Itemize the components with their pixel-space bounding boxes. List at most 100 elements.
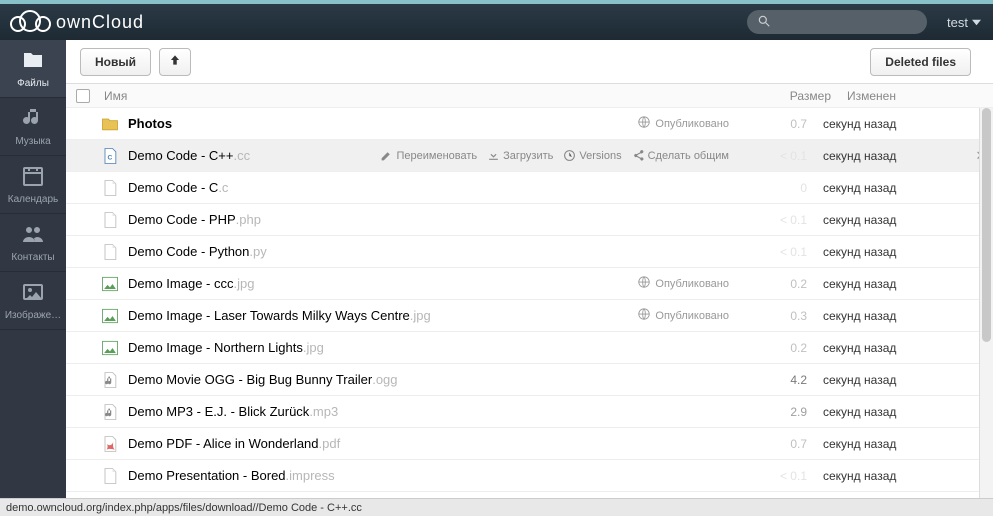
search-box[interactable] (747, 10, 927, 34)
nav-label: Музыка (0, 136, 66, 147)
statusbar-text: demo.owncloud.org/index.php/apps/files/d… (6, 502, 362, 514)
file-row[interactable]: Demo Code - PHP.php < 0.1 секунд назад (66, 204, 993, 236)
select-all-checkbox[interactable] (76, 89, 90, 103)
file-modified: секунд назад (819, 149, 969, 163)
file-modified: секунд назад (819, 341, 969, 355)
file-name[interactable]: Photos (128, 116, 172, 131)
file-modified: секунд назад (819, 181, 969, 195)
image-icon (100, 338, 120, 358)
image-icon (100, 306, 120, 326)
nav-label: Изображе… (0, 310, 66, 321)
file-name[interactable]: Demo Code - Python (128, 244, 249, 259)
nav-item-calendar[interactable]: Календарь (0, 156, 66, 214)
shared-badge: Опубликовано (637, 307, 729, 324)
file-size: 0.7 (739, 117, 819, 131)
file-ext: .c (218, 180, 228, 195)
file-icon (100, 242, 120, 262)
file-modified: секунд назад (819, 245, 969, 259)
file-name[interactable]: Demo Code - C (128, 180, 218, 195)
file-ext: .impress (286, 468, 335, 483)
vertical-scrollbar[interactable] (979, 108, 993, 498)
download-action[interactable]: Загрузить (487, 149, 553, 162)
file-name[interactable]: Demo Image - Laser Towards Milky Ways Ce… (128, 308, 410, 323)
file-modified: секунд назад (819, 405, 969, 419)
file-size: 0.7 (739, 437, 819, 451)
statusbar: demo.owncloud.org/index.php/apps/files/d… (0, 498, 993, 516)
versions-action[interactable]: Versions (563, 149, 621, 162)
file-size: 0.2 (739, 277, 819, 291)
file-name[interactable]: Demo Code - PHP (128, 212, 236, 227)
upload-icon (168, 53, 182, 70)
upload-button[interactable] (159, 48, 191, 76)
search-icon (757, 14, 771, 31)
nav-item-folder[interactable]: Файлы (0, 40, 66, 98)
cloud-icon (8, 10, 52, 35)
contacts-icon (21, 222, 45, 249)
brand-logo[interactable]: ownCloud (0, 10, 170, 35)
share-action[interactable]: Сделать общим (632, 149, 729, 162)
pdf-icon (100, 434, 120, 454)
calendar-icon (21, 164, 45, 191)
file-icon (100, 210, 120, 230)
nav-item-music[interactable]: Музыка (0, 98, 66, 156)
file-ext: .php (236, 212, 261, 227)
file-modified: секунд назад (819, 213, 969, 227)
file-row[interactable]: Demo MP3 - E.J. - Blick Zurück.mp3 2.9 с… (66, 396, 993, 428)
file-icon (100, 178, 120, 198)
audio-icon (100, 402, 120, 422)
file-name[interactable]: Demo Image - ccc (128, 276, 233, 291)
file-ext: .pdf (319, 436, 341, 451)
file-size: < 0.1 (739, 469, 819, 483)
file-name[interactable]: Demo Movie OGG - Big Bug Bunny Trailer (128, 372, 372, 387)
file-name[interactable]: Demo Image - Northern Lights (128, 340, 303, 355)
file-modified: секунд назад (819, 469, 969, 483)
file-name[interactable]: Demo Code - C++ (128, 148, 234, 163)
image-icon (100, 274, 120, 294)
file-row[interactable]: Demo Image - Northern Lights.jpg 0.2 сек… (66, 332, 993, 364)
scrollbar-thumb[interactable] (982, 108, 991, 342)
brand-text: ownCloud (56, 12, 144, 33)
globe-icon (637, 307, 651, 324)
nav-item-contacts[interactable]: Контакты (0, 214, 66, 272)
file-row[interactable]: Demo Code - C++.cc Переименовать Загрузи… (66, 140, 993, 172)
file-size: 0.3 (739, 309, 819, 323)
file-size: 2.9 (739, 405, 819, 419)
deleted-files-button[interactable]: Deleted files (870, 48, 971, 76)
file-modified: секунд назад (819, 373, 969, 387)
file-row[interactable]: Demo PDF - Alice in Wonderland.pdf 0.7 с… (66, 428, 993, 460)
column-name[interactable]: Имя (100, 89, 763, 103)
new-button[interactable]: Новый (80, 48, 151, 76)
file-size: < 0.1 (739, 245, 819, 259)
nav-item-images[interactable]: Изображе… (0, 272, 66, 330)
file-row[interactable]: Demo Code - Python.py < 0.1 секунд назад (66, 236, 993, 268)
file-row[interactable]: Demo Presentation - Bored.impress < 0.1 … (66, 460, 993, 492)
file-ext: .jpg (233, 276, 254, 291)
file-name[interactable]: Demo MP3 - E.J. - Blick Zurück (128, 404, 309, 419)
file-size: 0.2 (739, 341, 819, 355)
column-size[interactable]: Размер (763, 89, 843, 103)
audio-icon (100, 370, 120, 390)
shared-badge: Опубликовано (637, 115, 729, 132)
file-row[interactable]: Demo Movie OGG - Big Bug Bunny Trailer.o… (66, 364, 993, 396)
user-menu[interactable]: test (947, 15, 993, 30)
row-actions: Переименовать Загрузить Versions Сделать… (380, 149, 729, 162)
file-row[interactable]: Demo Image - Laser Towards Milky Ways Ce… (66, 300, 993, 332)
globe-icon (637, 115, 651, 132)
folder-row[interactable]: Photos Опубликовано 0.7 секунд назад (66, 108, 993, 140)
folder-icon (21, 48, 45, 75)
file-row[interactable]: Demo Image - ccc.jpg Опубликовано 0.2 се… (66, 268, 993, 300)
file-row[interactable]: Demo Code - C.c 0 секунд назад (66, 172, 993, 204)
file-name[interactable]: Demo Presentation - Bored (128, 468, 286, 483)
column-modified[interactable]: Изменен (843, 89, 993, 103)
app-sidebar: Файлы Музыка Календарь Контакты Изображе… (0, 40, 66, 498)
file-modified: секунд назад (819, 117, 969, 131)
search-input[interactable] (777, 15, 932, 29)
app-header: ownCloud test (0, 4, 993, 40)
nav-label: Файлы (0, 78, 66, 89)
nav-label: Календарь (0, 194, 66, 205)
file-name[interactable]: Demo PDF - Alice in Wonderland (128, 436, 319, 451)
shared-badge: Опубликовано (637, 275, 729, 292)
file-ext: .mp3 (309, 404, 338, 419)
file-size: 0 (739, 181, 819, 195)
rename-action[interactable]: Переименовать (380, 149, 477, 162)
